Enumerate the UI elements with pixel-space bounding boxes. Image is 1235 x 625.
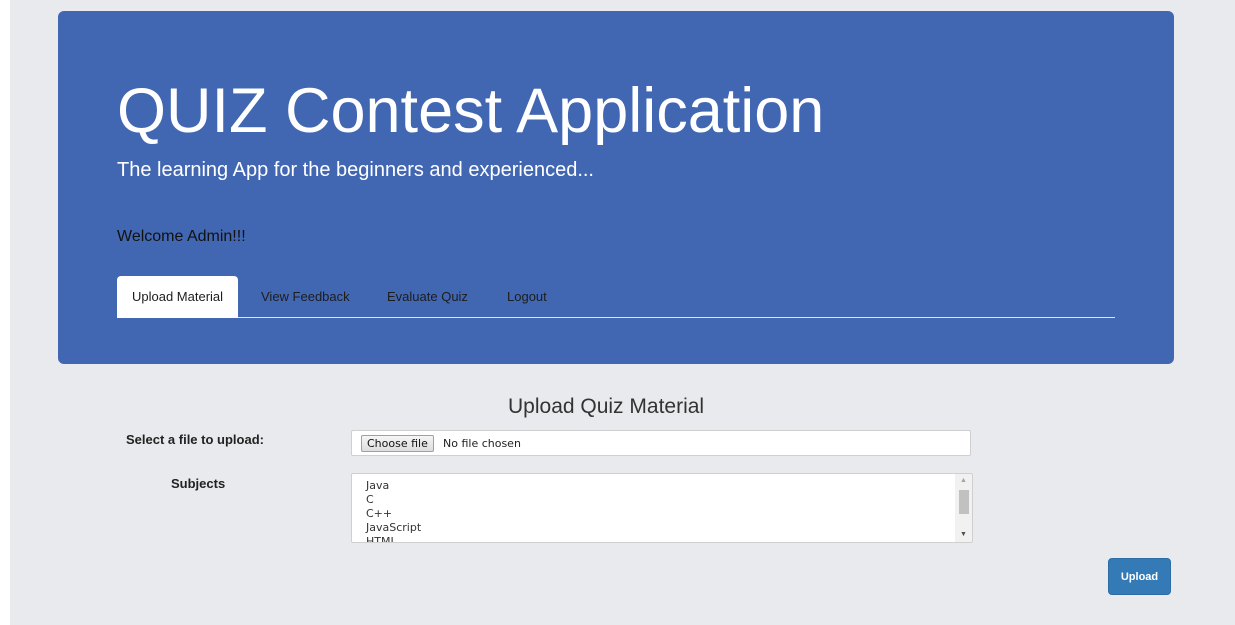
- section-heading: Upload Quiz Material: [508, 395, 705, 418]
- tab-evaluate-quiz[interactable]: Evaluate Quiz: [387, 276, 468, 317]
- app-title: QUIZ Contest Application: [117, 76, 825, 146]
- welcome-message: Welcome Admin!!!: [117, 228, 246, 245]
- scrollbar-thumb[interactable]: [959, 490, 969, 514]
- header-banner: QUIZ Contest Application The learning Ap…: [58, 11, 1174, 364]
- triangle-up-icon[interactable]: ▲: [955, 474, 972, 488]
- tab-view-feedback[interactable]: View Feedback: [261, 276, 350, 317]
- subject-option-javascript[interactable]: JavaScript: [366, 521, 421, 535]
- nav-tabs: Upload Material View Feedback Evaluate Q…: [117, 276, 1115, 318]
- triangle-down-icon[interactable]: ▼: [955, 528, 972, 542]
- subject-option-cpp[interactable]: C++: [366, 507, 421, 521]
- file-label: Select a file to upload:: [126, 432, 264, 447]
- subjects-options: Java C C++ JavaScript HTML: [366, 479, 421, 542]
- subject-option-java[interactable]: Java: [366, 479, 421, 493]
- app-subtitle: The learning App for the beginners and e…: [117, 159, 594, 181]
- tab-upload-material[interactable]: Upload Material: [117, 276, 239, 318]
- subject-option-c[interactable]: C: [366, 493, 421, 507]
- upload-button[interactable]: Upload: [1108, 558, 1171, 595]
- tab-logout[interactable]: Logout: [507, 276, 547, 317]
- subjects-label: Subjects: [171, 476, 226, 491]
- no-file-text: No file chosen: [443, 437, 521, 450]
- file-input[interactable]: Choose file No file chosen: [351, 430, 971, 456]
- choose-file-button[interactable]: Choose file: [361, 435, 434, 452]
- subjects-listbox[interactable]: Java C C++ JavaScript HTML ▲ ▼: [351, 473, 973, 543]
- listbox-scrollbar[interactable]: ▲ ▼: [955, 474, 972, 542]
- subject-option-html[interactable]: HTML: [366, 535, 421, 542]
